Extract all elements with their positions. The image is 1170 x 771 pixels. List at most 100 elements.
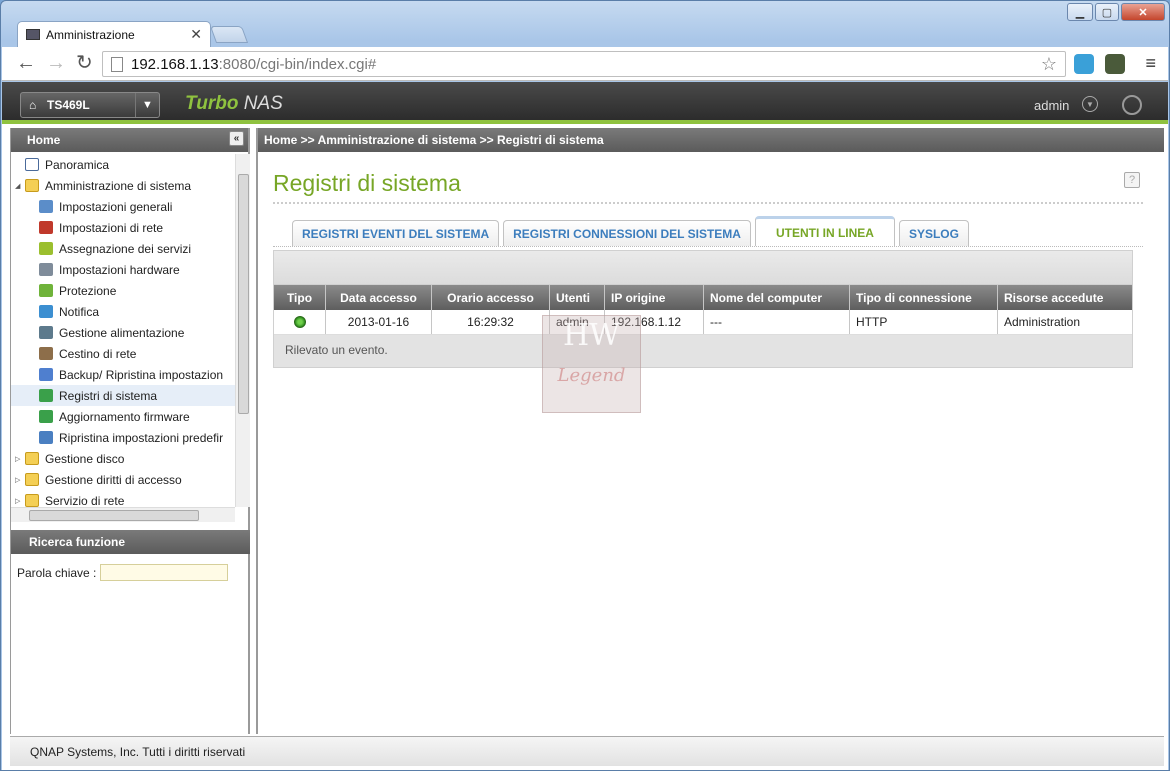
favicon-icon — [26, 29, 40, 40]
url-host: 192.168.1.13 — [131, 55, 219, 73]
security-icon — [39, 284, 53, 297]
sidebar-item-label: Protezione — [59, 283, 117, 298]
grid-body: 2013-01-16 16:29:32 admin 192.168.1.12 --- HT… — [274, 310, 1132, 335]
search-panel-header: Ricerca funzione — [11, 530, 250, 554]
column-header[interactable]: Tipo di connessione — [850, 285, 998, 310]
expand-arrow-icon[interactable]: ▷ — [15, 497, 25, 505]
device-selector[interactable]: ⌂ TS469L ▼ — [20, 92, 160, 118]
sidebar-item-label: Gestione disco — [45, 451, 125, 466]
brand-logo: Turbo NAS — [185, 93, 283, 114]
sidebar-item[interactable]: Gestione alimentazione — [11, 322, 235, 343]
address-bar[interactable]: 192.168.1.13:8080/cgi-bin/index.cgi# ☆ — [102, 51, 1066, 77]
tab-utenti-in-linea[interactable]: UTENTI IN LINEA — [754, 216, 895, 246]
browser-menu-icon[interactable]: ≡ — [1145, 53, 1156, 74]
tab-syslog[interactable]: SYSLOG — [898, 220, 969, 246]
sidebar-item[interactable]: Impostazioni di rete — [11, 217, 235, 238]
recycle-bin-icon — [39, 347, 53, 360]
expand-arrow-icon[interactable]: ▷ — [15, 455, 25, 463]
column-header[interactable]: Data accesso — [326, 285, 432, 310]
back-icon[interactable]: ← — [16, 52, 36, 74]
power-icon — [39, 326, 53, 339]
sidebar-item-label: Backup/ Ripristina impostazion — [59, 367, 224, 382]
user-name[interactable]: admin — [1034, 98, 1069, 113]
table-cell: 16:29:32 — [432, 310, 550, 334]
grid-status: Rilevato un evento. — [285, 343, 388, 357]
hardware-icon — [39, 263, 53, 276]
forward-icon[interactable]: → — [46, 52, 66, 74]
grid-toolbar — [274, 251, 1132, 285]
table-cell — [274, 310, 326, 334]
sidebar-item-label: Impostazioni generali — [59, 199, 173, 214]
reload-icon[interactable]: ↻ — [76, 52, 93, 74]
tree-vertical-scrollbar[interactable] — [235, 154, 250, 507]
tab-close-icon[interactable]: ✕ — [190, 26, 202, 43]
sidebar-item[interactable]: Assegnazione dei servizi — [11, 238, 235, 259]
close-window-button[interactable]: ✕ — [1121, 3, 1165, 21]
search-row: Parola chiave : — [17, 564, 229, 581]
minimize-button[interactable]: ▁ — [1067, 3, 1093, 21]
sidebar-item[interactable]: Aggiornamento firmware — [11, 406, 235, 427]
online-users-grid: Tipo Data accesso Orario accesso Utenti IP o… — [273, 250, 1133, 368]
new-tab-button[interactable] — [209, 26, 249, 43]
tab-registri-connessioni-del-sistema[interactable]: REGISTRI CONNESSIONI DEL SISTEMA — [503, 220, 751, 246]
language-globe-icon[interactable] — [1122, 95, 1142, 115]
extension-icon[interactable] — [1105, 54, 1125, 74]
help-icon[interactable]: ? — [1124, 172, 1140, 188]
table-cell: Administration — [1004, 315, 1081, 329]
home-icon: ⌂ — [29, 98, 37, 112]
skype-extension-icon[interactable] — [1074, 54, 1094, 74]
sidebar-item[interactable]: Impostazioni hardware — [11, 259, 235, 280]
collapse-sidebar-icon[interactable]: « — [229, 131, 244, 146]
sidebar-item[interactable]: Impostazioni generali — [11, 196, 235, 217]
sidebar-item-label: Gestione diritti di accesso — [45, 472, 182, 487]
expand-arrow-icon[interactable]: ▷ — [15, 476, 25, 484]
folder-icon — [25, 452, 39, 465]
main-panel: Home >> Amministrazione di sistema >> Re… — [256, 128, 1164, 734]
footer: QNAP Systems, Inc. Tutti i diritti riser… — [10, 736, 1164, 766]
user-menu-icon[interactable]: ▼ — [1082, 96, 1098, 112]
app-header: ⌂ TS469L ▼ Turbo NAS admin ▼ — [2, 82, 1168, 124]
maximize-button[interactable]: ▢ — [1095, 3, 1119, 21]
collapse-arrow-icon[interactable]: ◢ — [15, 182, 25, 190]
sidebar-item[interactable]: Cestino di rete — [11, 343, 235, 364]
table-cell: 2013-01-16 — [326, 310, 432, 334]
sidebar-item[interactable]: Panoramica — [11, 154, 235, 175]
sidebar-item-label: Impostazioni di rete — [59, 220, 164, 235]
sidebar-item[interactable]: Registri di sistema — [11, 385, 235, 406]
sidebar-item[interactable]: Backup/ Ripristina impostazion — [11, 364, 235, 385]
column-header[interactable]: Nome del computer — [704, 285, 850, 310]
sidebar-item[interactable]: Notifica — [11, 301, 235, 322]
url-path: :8080/cgi-bin/index.cgi# — [218, 55, 377, 73]
browser-toolbar: ← → ↻ 192.168.1.13:8080/cgi-bin/index.cg… — [2, 47, 1168, 81]
bookmark-star-icon[interactable]: ☆ — [1041, 54, 1057, 75]
watermark-logo: HW Legend — [542, 315, 641, 413]
column-header[interactable]: IP origine — [605, 285, 704, 310]
tree-horizontal-scrollbar[interactable] — [11, 507, 235, 522]
sidebar-item-label: Impostazioni hardware — [59, 262, 180, 277]
browser-tab[interactable]: Amministrazione ✕ — [17, 21, 211, 47]
overview-icon — [25, 158, 39, 171]
folder-icon — [25, 473, 39, 486]
logs-icon — [39, 389, 53, 402]
sidebar-item-label: Panoramica — [45, 157, 110, 172]
sidebar-item[interactable]: Protezione — [11, 280, 235, 301]
backup-icon — [39, 368, 53, 381]
device-name: TS469L — [47, 98, 90, 112]
sidebar-item[interactable]: Ripristina impostazioni predefir — [11, 427, 235, 448]
keyword-search-input[interactable] — [100, 564, 229, 581]
sidebar-item[interactable]: ▷ Servizio di rete — [11, 490, 235, 507]
sidebar-item[interactable]: ◢ Amministrazione di sistema — [11, 175, 235, 196]
tab-registri-eventi-del-sistema[interactable]: REGISTRI EVENTI DEL SISTEMA — [292, 220, 500, 246]
folder-icon — [25, 494, 39, 507]
column-header[interactable]: Orario accesso — [432, 285, 550, 310]
sidebar-item[interactable]: ▷ Gestione diritti di accesso — [11, 469, 235, 490]
column-header[interactable]: Tipo — [274, 285, 326, 310]
nav-tree: Panoramica ◢ Amministrazione di sistema Imp… — [11, 154, 235, 507]
services-icon — [39, 242, 53, 255]
sidebar: Home « Panoramica ◢ Amministrazione di sis… — [10, 128, 250, 734]
column-header[interactable]: Utenti — [550, 285, 605, 310]
table-row[interactable]: 2013-01-16 16:29:32 admin 192.168.1.12 --- HT… — [274, 310, 1132, 335]
sidebar-item[interactable]: ▷ Gestione disco — [11, 448, 235, 469]
column-header[interactable]: Risorse accedute — [998, 285, 1132, 310]
chevron-down-icon[interactable]: ▼ — [135, 93, 159, 117]
